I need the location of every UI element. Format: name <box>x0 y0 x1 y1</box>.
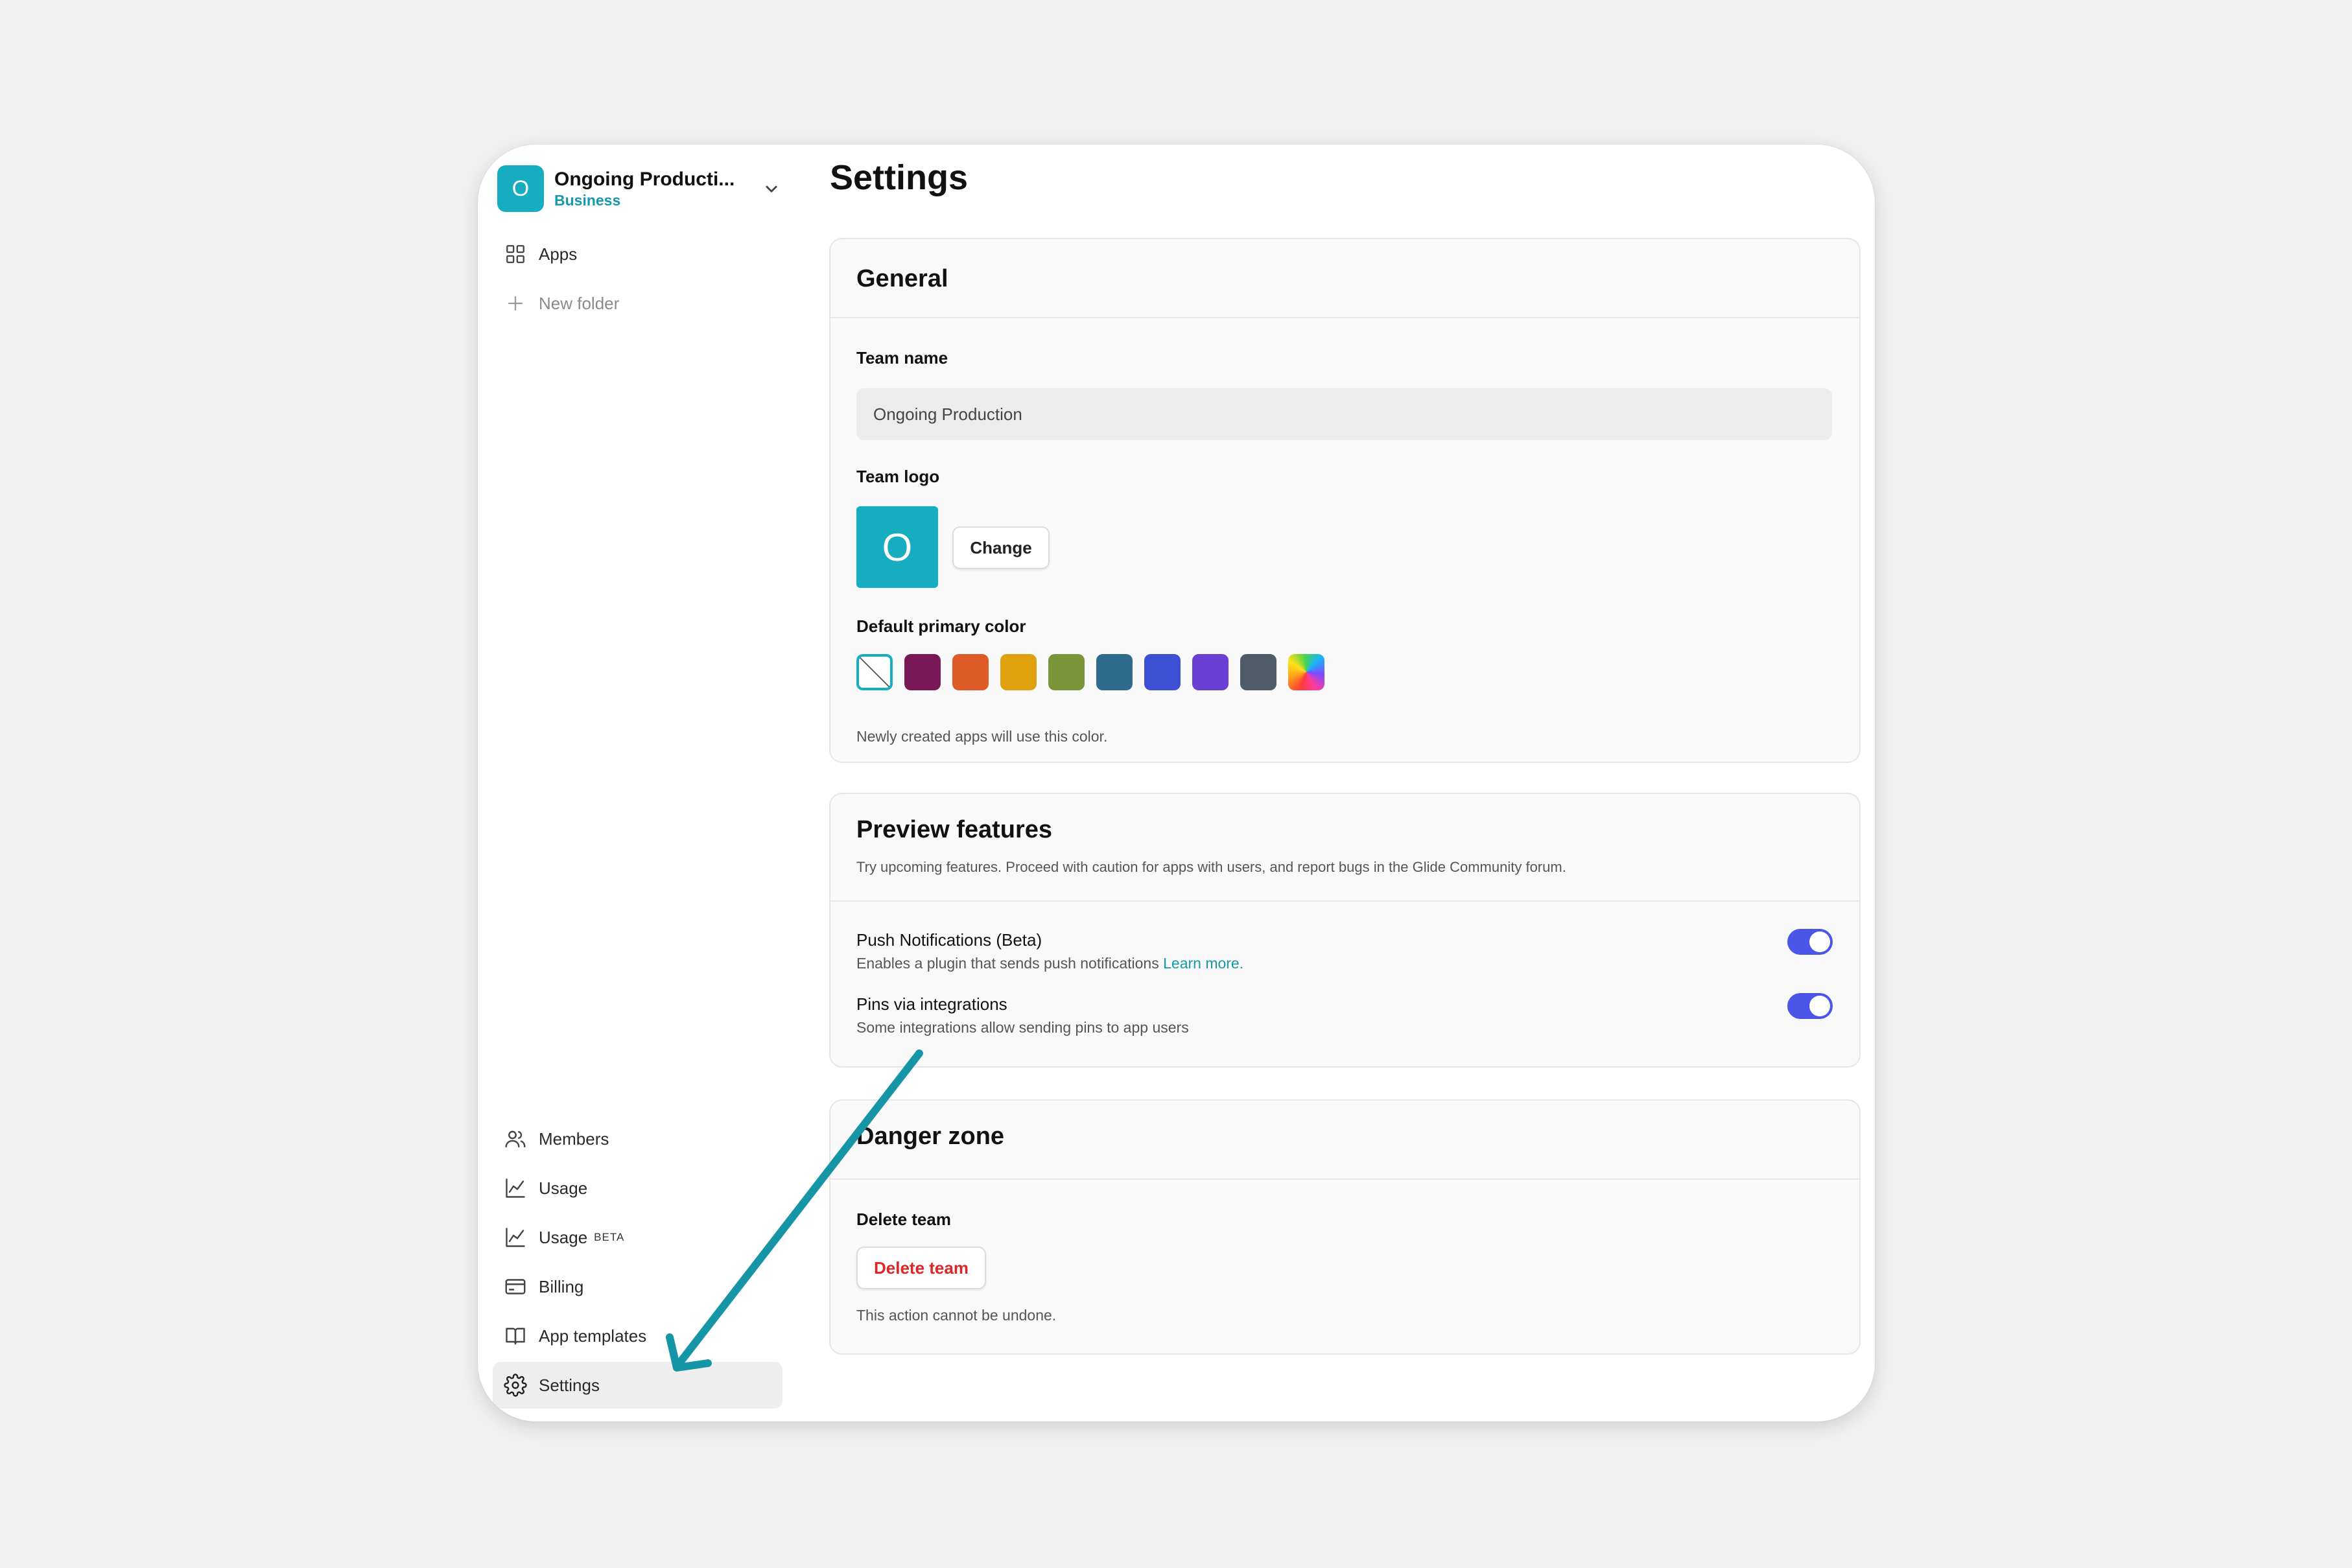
feature-description: Enables a plugin that sends push notific… <box>856 955 1244 972</box>
sidebar-item-label: Apps <box>539 244 578 264</box>
toggle-knob <box>1809 931 1830 952</box>
feature-description: Some integrations allow sending pins to … <box>856 1019 1189 1036</box>
sidebar-item-label: Usage <box>539 1227 588 1247</box>
sidebar-item-settings[interactable]: Settings <box>493 1362 782 1409</box>
color-swatch-custom[interactable] <box>1288 654 1324 690</box>
sidebar-item-app-templates[interactable]: App templates <box>493 1313 782 1359</box>
sidebar-item-label: Members <box>539 1129 609 1149</box>
preview-description: Try upcoming features. Proceed with caut… <box>856 859 1566 875</box>
color-swatch[interactable] <box>1240 654 1276 690</box>
book-icon <box>504 1324 527 1348</box>
color-swatch[interactable] <box>1144 654 1181 690</box>
beta-badge: BETA <box>594 1231 625 1243</box>
sidebar-item-usage[interactable]: Usage <box>493 1165 782 1211</box>
push-notifications-toggle[interactable] <box>1787 929 1833 955</box>
page-title: Settings <box>830 158 969 197</box>
learn-more-link[interactable]: Learn more. <box>1163 955 1243 972</box>
team-logo-label: Team logo <box>856 467 940 486</box>
sidebar-item-billing[interactable]: Billing <box>493 1263 782 1310</box>
credit-card-icon <box>504 1275 527 1298</box>
team-name: Ongoing Producti... <box>554 169 735 190</box>
delete-team-label: Delete team <box>856 1210 951 1229</box>
sidebar-item-label: Usage <box>539 1178 588 1198</box>
preview-heading: Preview features <box>856 816 1053 843</box>
danger-heading: Danger zone <box>856 1123 1005 1150</box>
plus-icon <box>504 292 527 315</box>
gear-icon <box>504 1374 527 1397</box>
color-swatch-none[interactable] <box>856 654 893 690</box>
toggle-knob <box>1809 996 1830 1016</box>
color-swatch[interactable] <box>1192 654 1229 690</box>
color-swatch[interactable] <box>1096 654 1133 690</box>
divider <box>830 1178 1859 1180</box>
team-name-label: Team name <box>856 348 948 368</box>
color-swatch[interactable] <box>952 654 989 690</box>
divider <box>830 317 1859 318</box>
divider <box>830 900 1859 902</box>
sidebar-item-label: Billing <box>539 1276 584 1296</box>
color-swatch[interactable] <box>1048 654 1085 690</box>
general-card: General Team name Ongoing Production Tea… <box>829 238 1861 763</box>
team-logo: O <box>856 506 938 588</box>
chart-line-icon <box>504 1226 527 1249</box>
sidebar-item-usage-beta[interactable]: Usage BETA <box>493 1214 782 1261</box>
change-logo-button[interactable]: Change <box>952 526 1050 569</box>
app-window: O Ongoing Producti... Business Apps New … <box>478 145 1875 1422</box>
team-avatar: O <box>497 165 544 212</box>
users-icon <box>504 1127 527 1151</box>
preview-features-card: Preview features Try upcoming features. … <box>829 793 1861 1068</box>
sidebar-item-label: App templates <box>539 1326 647 1346</box>
delete-team-button[interactable]: Delete team <box>856 1246 986 1289</box>
chevron-down-icon <box>766 185 777 193</box>
team-plan-badge: Business <box>554 192 621 209</box>
feature-title: Push Notifications (Beta) <box>856 930 1042 950</box>
sidebar-item-new-folder[interactable]: New folder <box>493 280 782 327</box>
chart-line-icon <box>504 1176 527 1200</box>
color-hint: Newly created apps will use this color. <box>856 728 1108 745</box>
team-switcher[interactable]: O Ongoing Producti... Business <box>497 159 782 218</box>
danger-zone-card: Danger zone Delete team Delete team This… <box>829 1099 1861 1355</box>
sidebar-item-apps[interactable]: Apps <box>493 231 782 277</box>
color-swatch[interactable] <box>904 654 941 690</box>
general-heading: General <box>856 265 948 292</box>
feature-title: Pins via integrations <box>856 994 1007 1014</box>
grid-icon <box>504 242 527 266</box>
sidebar-item-members[interactable]: Members <box>493 1116 782 1162</box>
sidebar-item-label: Settings <box>539 1375 600 1395</box>
color-swatch[interactable] <box>1000 654 1037 690</box>
pins-integrations-toggle[interactable] <box>1787 993 1833 1019</box>
sidebar-item-label: New folder <box>539 293 620 313</box>
team-name-input[interactable]: Ongoing Production <box>856 388 1832 440</box>
primary-color-label: Default primary color <box>856 616 1026 636</box>
danger-hint: This action cannot be undone. <box>856 1307 1057 1324</box>
